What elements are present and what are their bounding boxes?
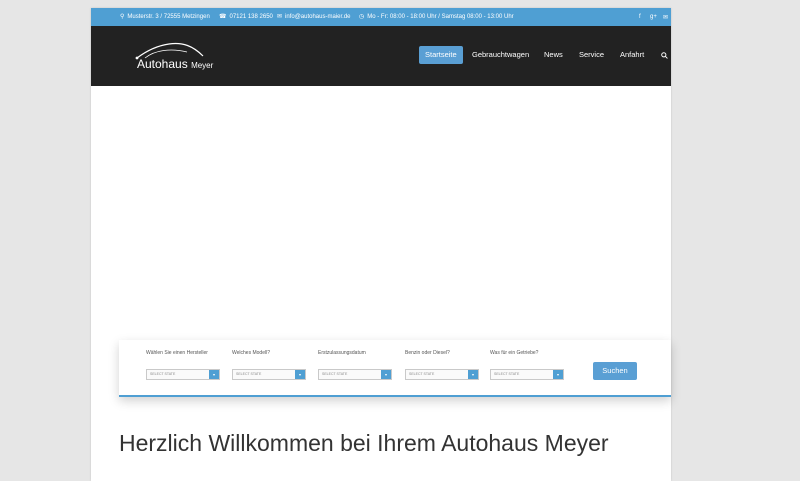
nav-gebrauchtwagen[interactable]: Gebrauchtwagen bbox=[472, 46, 529, 64]
nav-label: News bbox=[544, 50, 563, 59]
nav-service[interactable]: Service bbox=[579, 46, 604, 64]
facebook-icon[interactable]: f bbox=[639, 8, 641, 26]
map-pin-icon: ⚲ bbox=[120, 14, 125, 20]
address-info: ⚲ Musterstr. 3 / 72555 Metzingen bbox=[120, 8, 210, 26]
gearbox-select[interactable]: SELECT STATE ▾ bbox=[490, 369, 564, 380]
select-value: SELECT STATE bbox=[494, 372, 520, 376]
nav-anfahrt[interactable]: Anfahrt bbox=[620, 46, 644, 64]
logo-sub: Meyer bbox=[191, 61, 214, 70]
hours-text: Mo - Fr: 08:00 - 18:00 Uhr / Samstag 08:… bbox=[367, 14, 514, 20]
email-text: info@autohaus-maier.de bbox=[285, 14, 351, 20]
chevron-down-icon: ▾ bbox=[209, 370, 219, 379]
website-page: ⚲ Musterstr. 3 / 72555 Metzingen ☎ 07121… bbox=[91, 8, 671, 481]
phone-info[interactable]: ☎ 07121 138 2650 bbox=[219, 8, 273, 26]
select-value: SELECT STATE bbox=[409, 372, 435, 376]
nav-label: Anfahrt bbox=[620, 50, 645, 59]
search-icon[interactable] bbox=[661, 52, 668, 59]
phone-text: 07121 138 2650 bbox=[229, 14, 273, 20]
site-header: Autohaus Meyer Startseite Gebrauchtwagen… bbox=[91, 26, 671, 86]
email-info[interactable]: ✉ info@autohaus-maier.de bbox=[277, 8, 351, 26]
search-field-model: Welches Modell? SELECT STATE ▾ bbox=[232, 350, 306, 380]
mail-label: ✉ bbox=[663, 14, 669, 21]
mail-icon[interactable]: ✉ bbox=[663, 8, 668, 26]
nav-label: Service bbox=[579, 50, 605, 59]
chevron-down-icon: ▾ bbox=[468, 370, 478, 379]
chevron-down-icon: ▾ bbox=[553, 370, 563, 379]
field-label: Wählen Sie einen Hersteller bbox=[146, 350, 208, 356]
field-label: Was für ein Getriebe? bbox=[490, 350, 539, 356]
nav-news[interactable]: News bbox=[544, 46, 563, 64]
search-field-registration: Erstzulassungsdatum SELECT STATE ▾ bbox=[318, 350, 392, 380]
field-label: Benzin oder Diesel? bbox=[405, 350, 450, 356]
hours-info: ◷ Mo - Fr: 08:00 - 18:00 Uhr / Samstag 0… bbox=[359, 8, 514, 26]
page-backdrop bbox=[671, 0, 800, 481]
select-value: SELECT STATE bbox=[236, 372, 262, 376]
phone-icon: ☎ bbox=[219, 14, 227, 20]
google-plus-icon[interactable]: g+ bbox=[650, 8, 657, 26]
search-field-manufacturer: Wählen Sie einen Hersteller SELECT STATE… bbox=[146, 350, 220, 380]
address-text: Musterstr. 3 / 72555 Metzingen bbox=[127, 14, 210, 20]
search-field-gearbox: Was für ein Getriebe? SELECT STATE ▾ bbox=[490, 350, 564, 380]
logo-main: Autohaus bbox=[137, 57, 188, 71]
clock-icon: ◷ bbox=[359, 14, 365, 20]
select-value: SELECT STATE bbox=[322, 372, 348, 376]
vehicle-search-form: Wählen Sie einen Hersteller SELECT STATE… bbox=[119, 340, 671, 397]
chevron-down-icon: ▾ bbox=[295, 370, 305, 379]
top-info-bar: ⚲ Musterstr. 3 / 72555 Metzingen ☎ 07121… bbox=[91, 8, 671, 26]
facebook-label: f bbox=[639, 14, 641, 20]
search-field-fuel: Benzin oder Diesel? SELECT STATE ▾ bbox=[405, 350, 479, 380]
logo-text: Autohaus Meyer bbox=[137, 57, 213, 71]
nav-startseite[interactable]: Startseite bbox=[419, 46, 463, 64]
nav-label: Gebrauchtwagen bbox=[472, 50, 530, 59]
field-label: Welches Modell? bbox=[232, 350, 270, 356]
chevron-down-icon: ▾ bbox=[381, 370, 391, 379]
envelope-icon: ✉ bbox=[277, 14, 283, 20]
welcome-heading: Herzlich Willkommen bei Ihrem Autohaus M… bbox=[119, 430, 609, 456]
manufacturer-select[interactable]: SELECT STATE ▾ bbox=[146, 369, 220, 380]
hero-area bbox=[91, 86, 671, 360]
fuel-select[interactable]: SELECT STATE ▾ bbox=[405, 369, 479, 380]
google-plus-label: g+ bbox=[650, 14, 657, 20]
field-label: Erstzulassungsdatum bbox=[318, 350, 366, 356]
select-value: SELECT STATE bbox=[150, 372, 176, 376]
search-button[interactable]: Suchen bbox=[593, 362, 637, 380]
logo[interactable]: Autohaus Meyer bbox=[127, 38, 227, 76]
model-select[interactable]: SELECT STATE ▾ bbox=[232, 369, 306, 380]
nav-label: Startseite bbox=[425, 50, 457, 59]
registration-select[interactable]: SELECT STATE ▾ bbox=[318, 369, 392, 380]
